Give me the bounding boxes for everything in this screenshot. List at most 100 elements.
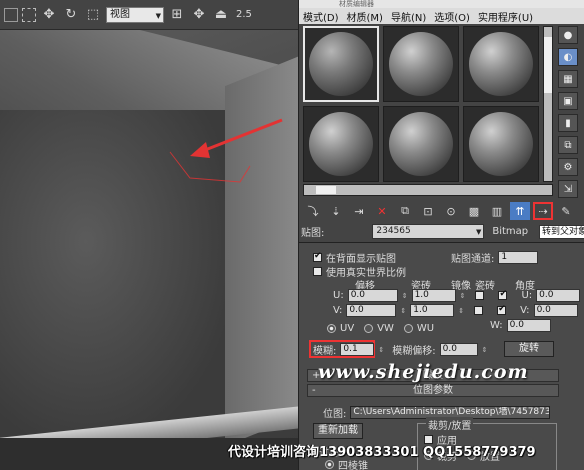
material-id-channel-icon[interactable]: ⊙ [441, 202, 461, 220]
rotate-icon[interactable]: ↻ [62, 6, 80, 24]
material-slot-1[interactable] [303, 26, 379, 102]
get-material-icon[interactable]: ⤵ [303, 202, 323, 220]
bitmap-label: 位图: [323, 409, 347, 420]
v-tile-checkbox[interactable] [497, 304, 507, 315]
u-angle-field[interactable]: 0.0 [536, 289, 581, 302]
v-angle-label: V: [520, 305, 530, 316]
move-icon[interactable]: ✥ [40, 6, 58, 24]
u-mirror-checkbox[interactable] [475, 291, 485, 300]
w-angle-label: W: [490, 320, 503, 331]
uv-label: UV [340, 323, 355, 334]
v-angle-field[interactable]: 0.0 [533, 304, 578, 317]
wu-label: WU [416, 323, 435, 334]
blur-label: 模糊: [313, 346, 337, 357]
reference-coord-select[interactable]: 视图 [106, 6, 164, 23]
w-angle-field[interactable]: 0.0 [506, 319, 551, 332]
make-unique-icon[interactable]: ⧉ [395, 202, 415, 220]
material-slot-2[interactable] [383, 26, 459, 102]
bitmap-params-title: 位图参数 [413, 385, 453, 396]
put-to-library-icon[interactable]: ⊡ [418, 202, 438, 220]
vw-radio[interactable] [364, 324, 374, 333]
rotate-button[interactable]: 旋转 [504, 341, 554, 357]
u-angle-label: U: [521, 290, 533, 301]
bitmap-params-rollout[interactable]: - 位图参数 [307, 384, 559, 397]
material-side-toolbar: ● ◐ ▦ ▣ ▮ ⧉ ⚙ ⇲ [555, 26, 581, 202]
map-label: 贴图: [301, 227, 325, 239]
show-map-on-back-checkbox[interactable] [313, 251, 322, 262]
select-region-icon[interactable] [4, 7, 18, 22]
perspective-viewport[interactable] [0, 30, 298, 470]
spinner-icon[interactable]: ⇕ [378, 346, 384, 354]
reload-button[interactable]: 重新加载 [313, 423, 363, 439]
material-slot-4[interactable] [303, 106, 379, 182]
video-check-icon[interactable]: ▮ [558, 114, 578, 132]
crop-group-title: 裁剪/放置 [426, 417, 474, 432]
material-slot-6[interactable] [463, 106, 539, 182]
spinner-icon[interactable]: ⇕ [482, 346, 488, 354]
uv-tiling-icon[interactable]: ▣ [558, 92, 578, 110]
reset-map-icon[interactable]: ✕ [372, 202, 392, 220]
menu-navigation[interactable]: 导航(N) [391, 9, 426, 24]
scrollbar-thumb[interactable] [544, 37, 552, 93]
material-slot-3[interactable] [463, 26, 539, 102]
real-world-scale-checkbox[interactable] [313, 267, 322, 276]
spinner-icon[interactable]: ⇕ [458, 307, 464, 315]
u-label: U: [333, 290, 344, 301]
show-map-on-back-label: 在背面显示贴图 [326, 254, 396, 265]
go-to-parent-icon[interactable]: ⇈ [510, 202, 530, 220]
coordinates-panel: 在背面显示贴图 贴图通道: 1 使用真实世界比例 偏移 瓷砖 镜像 瓷砖 角度 … [299, 242, 584, 470]
v-label: V: [333, 305, 343, 316]
sample-type-icon[interactable]: ● [558, 26, 578, 44]
scrollbar-thumb[interactable] [316, 186, 336, 194]
v-mirror-checkbox[interactable] [474, 306, 484, 315]
show-end-result-icon[interactable]: ▥ [487, 202, 507, 220]
select-by-material-icon[interactable]: ⇲ [558, 180, 578, 198]
slots-vertical-scrollbar[interactable] [543, 26, 553, 182]
pick-material-icon[interactable]: ✎ [556, 202, 576, 220]
slots-horizontal-scrollbar[interactable] [303, 184, 553, 196]
uv-radio[interactable] [327, 324, 336, 333]
menu-mode[interactable]: 模式(D) [303, 9, 339, 24]
window-crossing-icon[interactable] [22, 7, 36, 22]
show-shaded-map-icon[interactable]: ▩ [464, 202, 484, 220]
vw-label: VW [377, 323, 394, 334]
background-icon[interactable]: ▦ [558, 70, 578, 88]
u-offset-field[interactable]: 0.0 [347, 289, 398, 302]
material-bottom-toolbar: ⤵ ⇣ ⇥ ✕ ⧉ ⊡ ⊙ ▩ ▥ ⇈ ⇢ ✎ [303, 201, 583, 221]
material-sphere-preview [389, 32, 453, 96]
u-tile-checkbox[interactable] [498, 289, 508, 300]
v-offset-field[interactable]: 0.0 [346, 304, 397, 317]
go-forward-to-sibling-icon[interactable]: ⇢ [533, 202, 553, 220]
map-channel-field[interactable]: 1 [498, 251, 539, 264]
menu-options[interactable]: 选项(O) [434, 9, 470, 24]
select-manipulate-icon[interactable]: ✥ [190, 6, 208, 24]
material-sphere-preview [469, 32, 533, 96]
spinner-icon[interactable]: ⇕ [402, 292, 408, 300]
pivot-icon[interactable]: ⊞ [168, 6, 186, 24]
keyboard-shortcut-icon[interactable]: ⏏ [212, 6, 230, 24]
spinner-icon[interactable]: ⇕ [400, 307, 406, 315]
map-name-field[interactable]: 234565 [372, 223, 485, 239]
v-tiling-field[interactable]: 1.0 [410, 304, 455, 317]
snap-value: 2.5 [236, 9, 252, 20]
make-preview-icon[interactable]: ⧉ [558, 136, 578, 154]
material-slot-5[interactable] [383, 106, 459, 182]
blur-offset-field[interactable]: 0.0 [439, 343, 478, 356]
wu-radio[interactable] [403, 324, 413, 333]
options-icon[interactable]: ⚙ [558, 158, 578, 176]
assign-to-selection-icon[interactable]: ⇥ [349, 202, 369, 220]
material-slots-grid [303, 26, 543, 182]
scale-icon[interactable]: ⬚ [84, 6, 102, 24]
blur-field[interactable]: 0.1 [340, 343, 375, 356]
pyramidal-radio[interactable] [325, 460, 334, 469]
put-to-scene-icon[interactable]: ⇣ [326, 202, 346, 220]
annotation-arrow-icon [169, 118, 283, 183]
map-type-button[interactable]: Bitmap [492, 226, 528, 237]
menu-utilities[interactable]: 实用程序(U) [478, 9, 533, 24]
spinner-icon[interactable]: ⇕ [460, 292, 466, 300]
backlight-icon[interactable]: ◐ [558, 48, 578, 66]
u-tiling-field[interactable]: 1.0 [411, 289, 456, 302]
material-sphere-preview [309, 32, 373, 96]
menu-material[interactable]: 材质(M) [347, 9, 383, 24]
material-editor-window: 材质编辑器 模式(D) 材质(M) 导航(N) 选项(O) 实用程序(U) ● … [298, 0, 584, 470]
